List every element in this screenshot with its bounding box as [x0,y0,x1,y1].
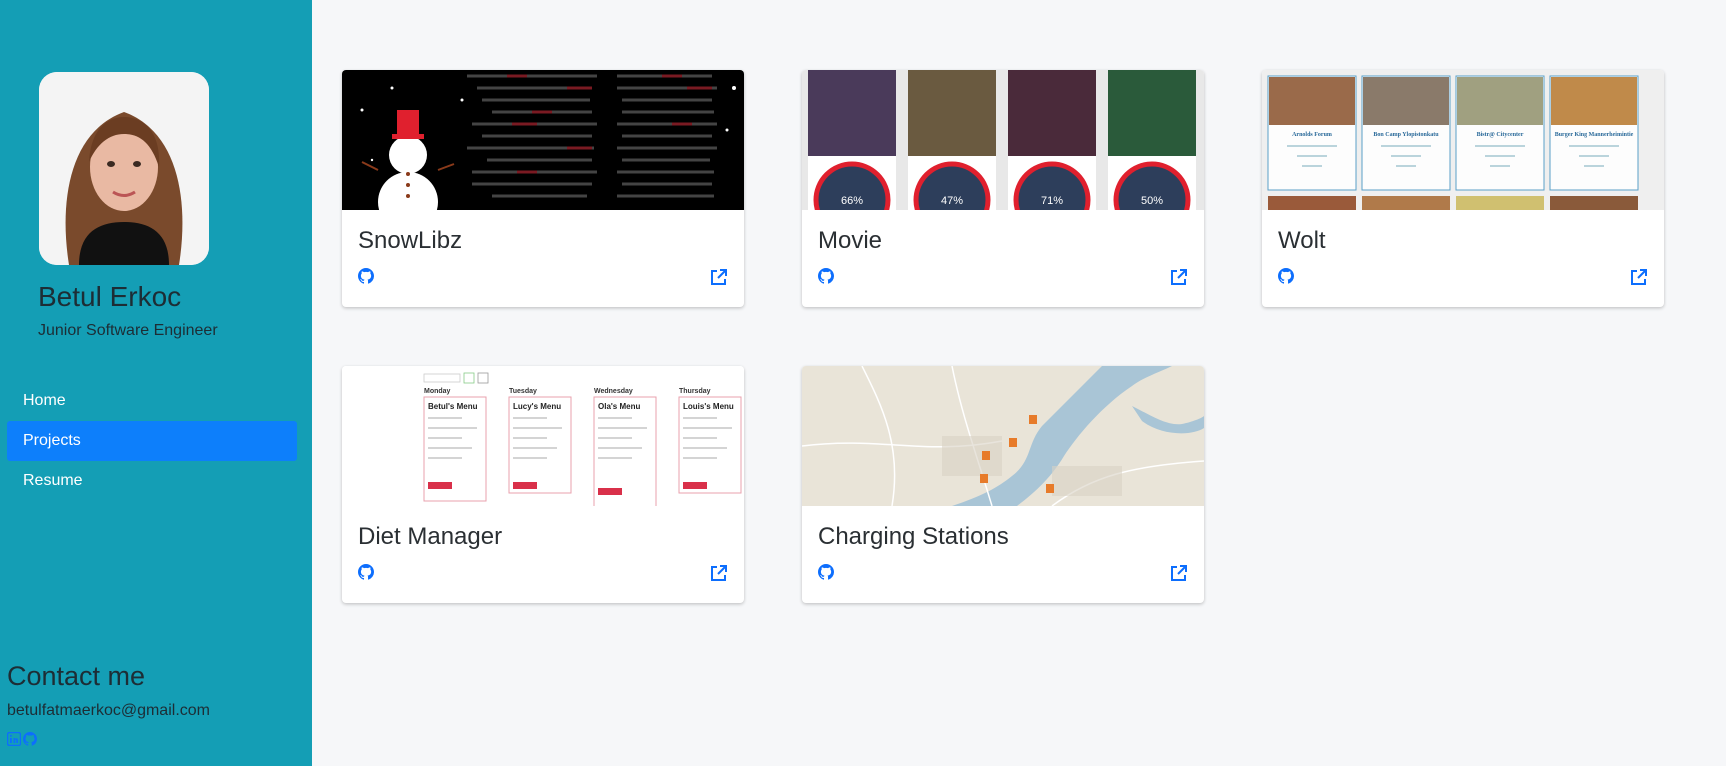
sidebar: Betul Erkoc Junior Software Engineer Hom… [0,0,312,766]
menu-2: Lucy's Menu [513,402,561,411]
project-title: Charging Stations [818,523,1009,550]
day-2: Tuesday [509,388,537,395]
project-title: Wolt [1278,227,1326,254]
external-link-icon[interactable] [710,268,728,286]
project-card-movie[interactable]: 66% 47% 71% 50% Movie [802,70,1204,307]
rating-4: 50% [1141,195,1163,207]
nav-item-resume[interactable]: Resume [7,461,297,501]
nav-item-projects[interactable]: Projects [7,421,297,461]
day-1: Monday [424,388,451,395]
project-thumbnail [802,366,1204,506]
project-title: Movie [818,227,883,254]
project-title: Diet Manager [358,523,503,550]
external-link-icon[interactable] [1630,268,1648,286]
project-thumbnail [342,70,744,210]
profile-name: Betul Erkoc [38,281,182,312]
github-icon[interactable] [358,564,376,582]
profile-role: Junior Software Engineer [38,322,218,339]
day-3: Wednesday [594,388,633,395]
nav-item-home[interactable]: Home [7,381,297,421]
rating-2: 47% [941,195,963,207]
rating-3: 71% [1041,195,1063,207]
github-icon[interactable] [818,268,836,286]
contact-icons [6,731,38,747]
avatar [39,72,209,265]
project-card-snowlibz[interactable]: SnowLibz [342,70,744,307]
menu-4: Louis's Menu [683,402,734,411]
project-thumbnail: 66% 47% 71% 50% [802,70,1204,210]
project-card-diet-manager[interactable]: Monday Tuesday Wednesday Thursday Betul'… [342,366,744,603]
project-thumbnail: Arnolds Forum Bon Camp Ylopistonkatu Bis… [1262,70,1664,210]
contact-email: betulfatmaerkoc@gmail.com [7,702,210,719]
project-card-wolt[interactable]: Arnolds Forum Bon Camp Ylopistonkatu Bis… [1262,70,1664,307]
rating-1: 66% [841,195,863,207]
linkedin-icon[interactable] [6,731,22,747]
place-2: Bon Camp Ylopistonkatu [1373,132,1439,138]
external-link-icon[interactable] [1170,268,1188,286]
github-icon[interactable] [23,732,38,746]
external-link-icon[interactable] [710,564,728,582]
github-icon[interactable] [1278,268,1296,286]
github-icon[interactable] [358,268,376,286]
main-nav: Home Projects Resume [7,381,297,501]
project-title: SnowLibz [358,227,463,254]
contact-title: Contact me [7,661,146,691]
project-thumbnail: Monday Tuesday Wednesday Thursday Betul'… [342,366,744,506]
day-4: Thursday [679,388,711,395]
menu-1: Betul's Menu [428,402,478,411]
menu-3: Ola's Menu [598,402,640,411]
place-1: Arnolds Forum [1292,132,1332,138]
github-icon[interactable] [818,564,836,582]
project-card-charging-stations[interactable]: Charging Stations [802,366,1204,603]
external-link-icon[interactable] [1170,564,1188,582]
place-3: Bistr@ Citycenter [1477,132,1524,138]
place-4: Burger King Mannerheimintie [1555,132,1634,138]
